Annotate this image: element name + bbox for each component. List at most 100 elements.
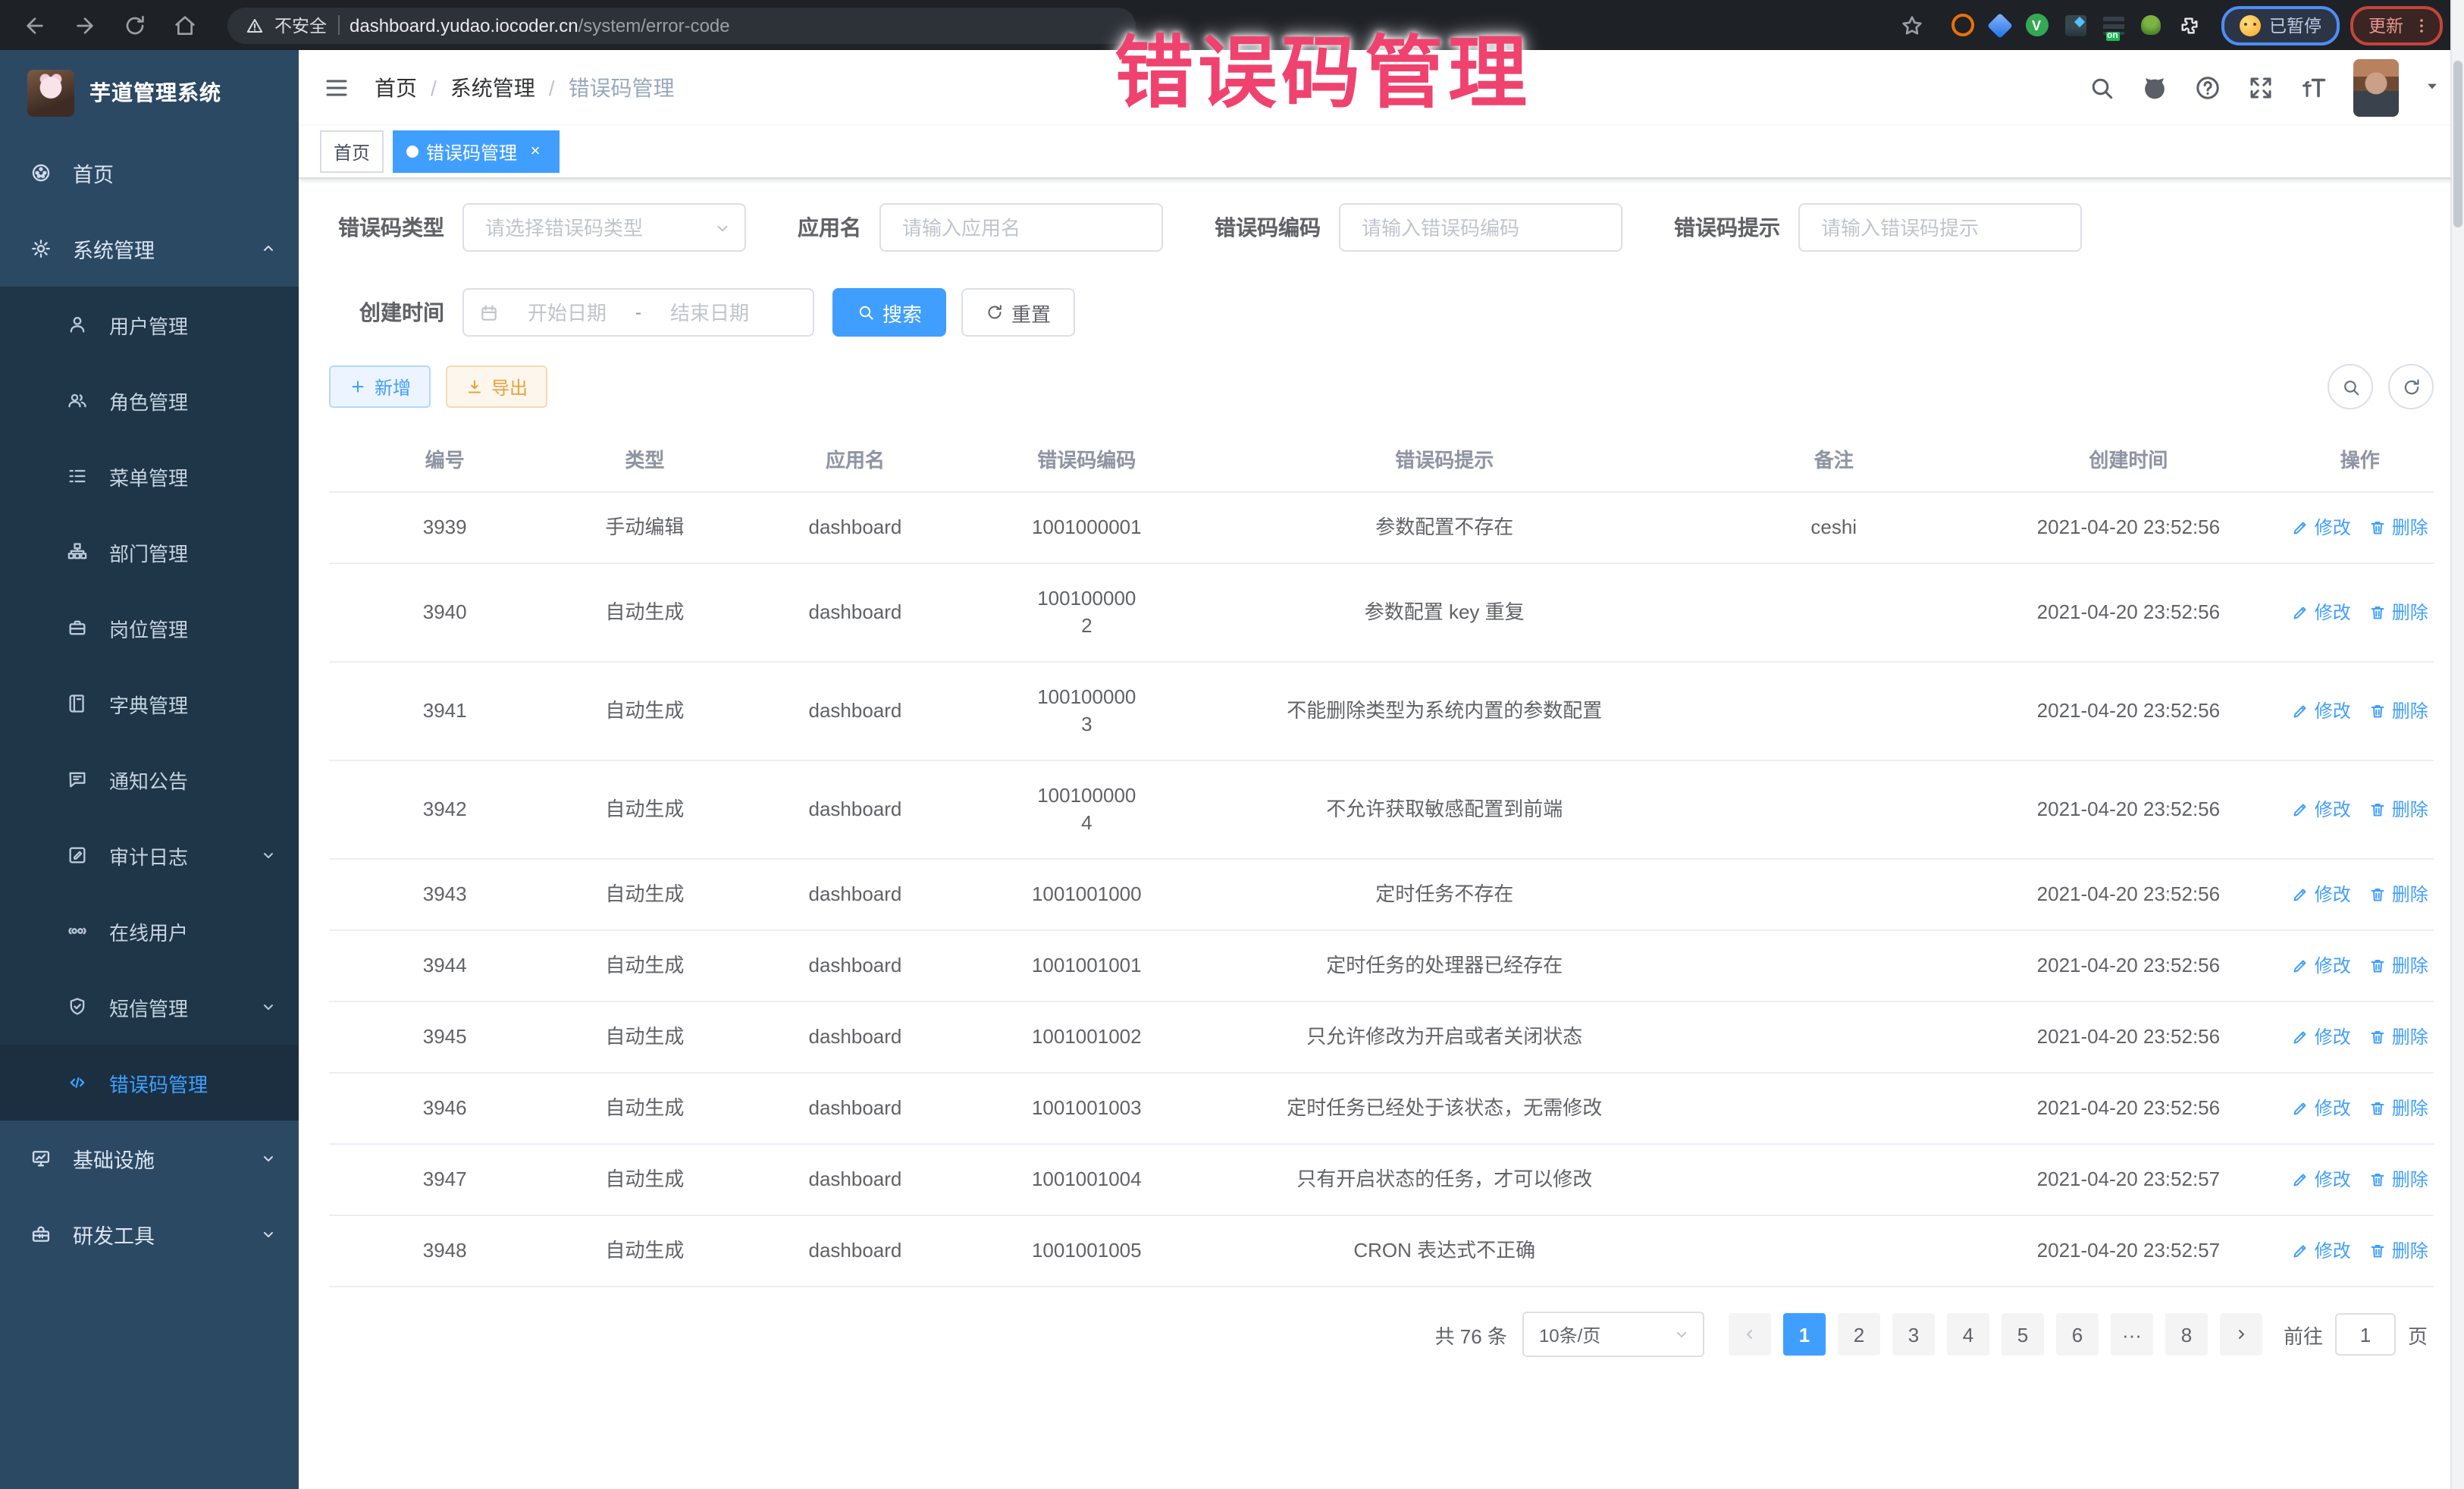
sidebar-item-label: 在线用户 <box>109 917 277 945</box>
edit-link[interactable]: 修改 <box>2292 697 2351 725</box>
tag-home[interactable]: 首页 <box>320 130 384 173</box>
delete-link[interactable]: 删除 <box>2369 514 2428 541</box>
edit-link[interactable]: 修改 <box>2292 952 2351 980</box>
edit-link[interactable]: 修改 <box>2292 1166 2351 1193</box>
export-button[interactable]: 导出 <box>446 365 547 408</box>
bookmark-star-icon[interactable] <box>1892 5 1931 45</box>
cell-id: 3946 <box>329 1074 560 1143</box>
delete-link[interactable]: 删除 <box>2369 599 2428 626</box>
pencil-icon <box>2292 603 2310 622</box>
chevron-down-icon[interactable] <box>2425 74 2440 102</box>
page-button[interactable]: 3 <box>1892 1313 1935 1356</box>
sidebar-item[interactable]: 用户管理 <box>0 287 299 362</box>
next-page-button[interactable] <box>2220 1313 2262 1356</box>
toggle-search-button[interactable] <box>2328 364 2373 409</box>
sidebar-item[interactable]: 基础设施 <box>0 1121 299 1196</box>
page-button[interactable]: 6 <box>2056 1313 2099 1356</box>
breadcrumb-item[interactable]: 系统管理 <box>450 73 535 103</box>
app-name-input[interactable] <box>899 215 1143 240</box>
sidebar-item[interactable]: 短信管理 <box>0 969 299 1045</box>
font-size-icon[interactable] <box>2300 74 2328 102</box>
header-search-icon[interactable] <box>2088 74 2115 102</box>
add-button[interactable]: 新增 <box>329 365 431 408</box>
delete-link[interactable]: 删除 <box>2369 1237 2428 1265</box>
hamburger-icon[interactable] <box>299 50 375 126</box>
date-range-picker[interactable]: - <box>462 288 814 337</box>
goto-page-input[interactable] <box>2335 1313 2396 1356</box>
page-button[interactable]: 8 <box>2165 1313 2208 1356</box>
sidebar-item[interactable]: 首页 <box>0 135 299 211</box>
page-size-select[interactable]: 10条/页 <box>1522 1312 1704 1357</box>
home-icon[interactable] <box>165 5 205 45</box>
extension-icon[interactable] <box>1986 12 2012 38</box>
edit-link[interactable]: 修改 <box>2292 796 2351 823</box>
end-date-input[interactable] <box>650 299 769 325</box>
cell-msg: 参数配置不存在 <box>1192 493 1697 563</box>
delete-link[interactable]: 删除 <box>2369 1023 2428 1051</box>
page-button[interactable]: 5 <box>2002 1313 2044 1356</box>
sidebar-item[interactable]: 研发工具 <box>0 1196 299 1272</box>
sidebar-item[interactable]: 部门管理 <box>0 514 299 590</box>
extension-icon[interactable] <box>1951 14 1973 36</box>
delete-link[interactable]: 删除 <box>2369 1166 2428 1193</box>
puzzle-icon[interactable] <box>2177 13 2201 37</box>
field-label: 错误码类型 <box>329 212 444 243</box>
edit-link[interactable]: 修改 <box>2292 599 2351 626</box>
sidebar-item[interactable]: 菜单管理 <box>0 438 299 514</box>
sidebar-item[interactable]: 系统管理 <box>0 211 299 287</box>
search-button[interactable]: 搜索 <box>832 288 946 337</box>
page-button[interactable]: 1 <box>1783 1313 1826 1356</box>
delete-link[interactable]: 删除 <box>2369 796 2428 823</box>
page-button[interactable]: 4 <box>1947 1313 1989 1356</box>
profile-paused-badge[interactable]: 已暂停 <box>2221 5 2340 45</box>
extension-icon[interactable]: V <box>2025 14 2048 36</box>
sidebar-item[interactable]: 岗位管理 <box>0 590 299 666</box>
app-logo[interactable]: 芋道管理系统 <box>0 50 299 135</box>
delete-link[interactable]: 删除 <box>2369 697 2428 725</box>
error-code-input[interactable] <box>1359 215 1603 240</box>
breadcrumb-item[interactable]: 首页 <box>375 73 417 103</box>
edit-link[interactable]: 修改 <box>2292 1023 2351 1051</box>
back-icon[interactable] <box>15 5 55 45</box>
close-icon[interactable]: × <box>525 141 546 162</box>
start-date-input[interactable] <box>508 299 626 325</box>
fullscreen-icon[interactable] <box>2247 74 2274 102</box>
github-icon[interactable] <box>2141 74 2168 102</box>
forward-icon[interactable] <box>65 5 105 45</box>
sidebar-item[interactable]: 审计日志 <box>0 817 299 893</box>
sidebar-item[interactable]: 在线用户 <box>0 893 299 969</box>
extension-icon[interactable]: on <box>2102 16 2124 34</box>
refresh-table-button[interactable] <box>2388 364 2434 409</box>
delete-link[interactable]: 删除 <box>2369 881 2428 908</box>
edit-link[interactable]: 修改 <box>2292 1237 2351 1265</box>
more-pages-button[interactable]: ··· <box>2111 1313 2153 1356</box>
reload-icon[interactable] <box>115 5 155 45</box>
error-msg-input[interactable] <box>1818 215 2062 240</box>
menu-dots-icon[interactable] <box>2412 16 2431 34</box>
tag-error-code[interactable]: 错误码管理 × <box>393 130 560 173</box>
edit-link[interactable]: 修改 <box>2292 1095 2351 1122</box>
sidebar-item[interactable]: 角色管理 <box>0 362 299 438</box>
edit-link[interactable]: 修改 <box>2292 514 2351 541</box>
window-scrollbar[interactable] <box>2450 0 2464 1489</box>
sidebar-item[interactable]: 通知公告 <box>0 741 299 817</box>
sidebar-item-label: 通知公告 <box>109 765 277 794</box>
scrollbar-thumb[interactable] <box>2453 61 2462 227</box>
error-type-select[interactable] <box>462 203 746 252</box>
error-type-input[interactable] <box>482 215 713 240</box>
page-button[interactable]: 2 <box>1838 1313 1880 1356</box>
extension-icon[interactable] <box>2064 14 2086 36</box>
pencil-icon <box>2292 1242 2310 1260</box>
address-bar[interactable]: 不安全 dashboard.yudao.iocoder.cn/system/er… <box>227 7 1136 43</box>
user-avatar[interactable] <box>2353 59 2399 117</box>
extension-icon[interactable] <box>2140 15 2160 35</box>
prev-page-button[interactable] <box>1729 1313 1771 1356</box>
sidebar-item[interactable]: 字典管理 <box>0 666 299 741</box>
delete-link[interactable]: 删除 <box>2369 952 2428 980</box>
delete-link[interactable]: 删除 <box>2369 1095 2428 1122</box>
browser-update-button[interactable]: 更新 <box>2350 5 2443 45</box>
reset-button[interactable]: 重置 <box>961 288 1075 337</box>
edit-link[interactable]: 修改 <box>2292 881 2351 908</box>
sidebar-item[interactable]: 错误码管理 <box>0 1045 299 1121</box>
help-icon[interactable] <box>2194 74 2221 102</box>
